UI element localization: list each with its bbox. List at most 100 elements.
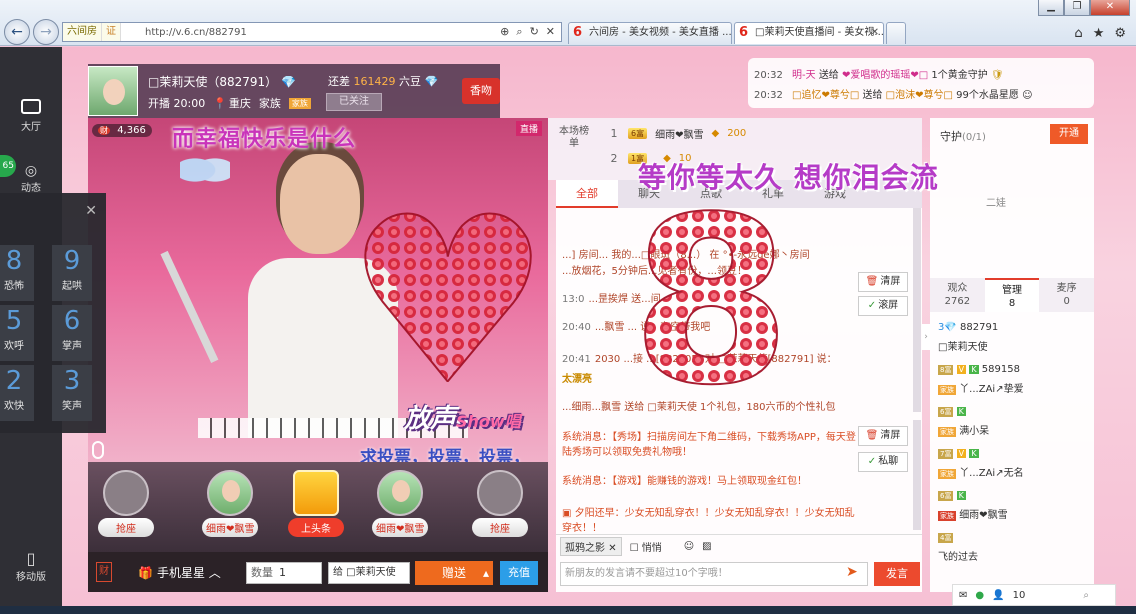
url-text[interactable]: http://v.6.cn/882791 bbox=[121, 27, 500, 38]
user-name-line[interactable]: 家族 丫...ZAi↗无名 bbox=[938, 464, 1024, 479]
close-icon[interactable]: ✕ bbox=[85, 203, 97, 219]
seat-avatar bbox=[377, 470, 423, 516]
user-name-line[interactable]: 家族 细雨❤飘雪 bbox=[938, 506, 1008, 521]
seat-slot[interactable]: 抢座 bbox=[472, 470, 528, 537]
kiss-button[interactable]: 香吻 bbox=[462, 78, 500, 104]
sound-key-6[interactable]: 6 掌声 bbox=[52, 305, 92, 361]
collapse-arrow-icon[interactable]: › bbox=[922, 324, 930, 350]
follow-button[interactable]: 已关注 bbox=[326, 93, 382, 111]
user-list-item[interactable]: 6富 K bbox=[938, 406, 966, 417]
quantity-input[interactable]: 数量 1 bbox=[246, 562, 322, 584]
sound-key-5[interactable]: 5 欢呼 bbox=[0, 305, 34, 361]
seat-slot[interactable]: 细雨❤飘雪 bbox=[372, 470, 428, 537]
rank-row[interactable]: 1 6富 细雨❤飘雪 ◆ 200 bbox=[608, 126, 747, 141]
chat-input[interactable]: 新朋友的发言请不要超过10个字哦！ bbox=[560, 562, 868, 586]
caret-up-icon[interactable]: ▴ bbox=[483, 561, 489, 585]
scroll-screen-button[interactable]: ✓ 滚屏 bbox=[858, 296, 908, 316]
tab-close-icon[interactable]: ✕ bbox=[871, 23, 879, 43]
image-icon[interactable]: ▨ bbox=[702, 541, 711, 552]
rank-title[interactable]: 本场榜单 bbox=[556, 126, 592, 150]
check-icon: ✓ bbox=[867, 456, 877, 467]
user-list-item[interactable]: 4富 bbox=[938, 532, 954, 543]
user-name-line[interactable]: 家族 丫...ZAi↗挚爱 bbox=[938, 380, 1024, 395]
cert-badge[interactable]: 证 bbox=[102, 23, 121, 41]
notice-sender[interactable]: □追忆❤尊兮□ bbox=[792, 90, 859, 101]
diamond-icon: 3💎 bbox=[938, 322, 957, 333]
guard-user[interactable]: 二娃 bbox=[986, 194, 1006, 209]
minimize-button[interactable]: ▁ bbox=[1038, 0, 1064, 16]
search-icon[interactable]: ⌕ bbox=[1083, 590, 1089, 601]
user-list-item[interactable]: 7富 V K bbox=[938, 448, 979, 459]
tab-mic-queue[interactable]: 麦序 0 bbox=[1039, 278, 1094, 312]
tab-admins[interactable]: 管理 8 bbox=[984, 278, 1040, 312]
send-gift-button[interactable]: 赠送 ▴ bbox=[415, 561, 493, 585]
notice-receiver[interactable]: ❤爱唱歌的瑶瑶❤□ bbox=[842, 70, 928, 81]
user-list-item[interactable]: 6富 K bbox=[938, 490, 966, 501]
trash-icon: 🗑 bbox=[865, 430, 879, 441]
tab-audience[interactable]: 观众 2762 bbox=[930, 278, 985, 312]
open-guard-button[interactable]: 开通 bbox=[1050, 124, 1088, 144]
key-label: 欢快 bbox=[4, 401, 24, 412]
new-tab-button[interactable] bbox=[886, 22, 906, 44]
sound-key-9[interactable]: 9 起哄 bbox=[52, 245, 92, 301]
address-bar[interactable]: 六间房 证 http://v.6.cn/882791 ⊕ ⌕ ↻ ✕ bbox=[62, 22, 562, 42]
coin-icon: ◆ bbox=[711, 128, 720, 139]
recharge-button[interactable]: 充值 bbox=[500, 561, 538, 585]
user-name-line[interactable]: □茉莉天使 bbox=[938, 338, 987, 353]
user-name: □茉莉天使 bbox=[938, 342, 988, 353]
sidebar-item-hall[interactable]: 大厅 bbox=[0, 99, 62, 133]
seat-slot[interactable]: 抢座 bbox=[98, 470, 154, 537]
whisper-checkbox[interactable]: ☐ 悄悄 bbox=[630, 539, 662, 554]
sound-key-2[interactable]: 2 欢快 bbox=[0, 365, 34, 421]
seat-label: 细雨❤飘雪 bbox=[372, 518, 428, 537]
back-button[interactable]: ← bbox=[4, 19, 30, 45]
close-window-button[interactable]: ✕ bbox=[1090, 0, 1130, 16]
chat-sender[interactable]: 夕阳还早 bbox=[575, 508, 615, 519]
chat-target[interactable]: 孤鸦之影 ✕ bbox=[560, 537, 622, 556]
headline-slot[interactable]: 上头条 bbox=[288, 470, 344, 537]
user-list-item[interactable]: 3💎 882791 bbox=[938, 322, 998, 333]
sidebar-item-news[interactable]: ◎ 动态 bbox=[0, 163, 62, 194]
favorites-icon[interactable]: ★ bbox=[1093, 26, 1105, 41]
seat-slot[interactable]: 细雨❤飘雪 bbox=[202, 470, 258, 537]
browser-tab-hall[interactable]: 6 六间房 - 美女视频 - 美女直播 ... bbox=[568, 22, 732, 44]
sound-key-8[interactable]: 8 恐怖 bbox=[0, 245, 34, 301]
wealth-icon[interactable]: 财 bbox=[96, 562, 112, 582]
gift-recipient-select[interactable]: 给 □茉莉天使 bbox=[328, 562, 410, 584]
notice-receiver[interactable]: □泡沫❤尊兮□ bbox=[886, 90, 953, 101]
forward-button[interactable]: → bbox=[33, 19, 59, 45]
sidebar-item-mobile[interactable]: ▯ 移动版 bbox=[0, 549, 62, 583]
stop-icon[interactable]: ✕ bbox=[546, 25, 555, 39]
maximize-button[interactable]: ❐ bbox=[1064, 0, 1090, 16]
refresh-icon[interactable]: ↻ bbox=[530, 25, 539, 39]
clear-screen-button[interactable]: 🗑 清屏 bbox=[858, 272, 908, 292]
sound-key-3[interactable]: 3 笑声 bbox=[52, 365, 92, 421]
home-icon[interactable]: ⌂ bbox=[1074, 26, 1082, 41]
sidebar-item-label: 大厅 bbox=[21, 122, 41, 133]
send-message-button[interactable]: 发言 bbox=[874, 562, 920, 586]
chat-scrollbar-top[interactable] bbox=[913, 208, 921, 412]
settings-icon[interactable]: ⚙ bbox=[1114, 26, 1126, 41]
user-name-line[interactable]: 飞的过去 bbox=[938, 548, 978, 563]
user-list-item[interactable]: 8富 V K 589158 bbox=[938, 364, 1020, 375]
search-icon[interactable]: ⌕ bbox=[516, 25, 522, 39]
paper-plane-icon[interactable]: ➤ bbox=[846, 564, 858, 580]
family-badge-icon[interactable]: 家族 bbox=[288, 97, 311, 109]
vip-icon: V bbox=[956, 365, 967, 374]
host-info-header: □茉莉天使（882791） 💎 还差 161429 六豆 💎 开播 20:00 … bbox=[88, 64, 500, 118]
browser-tab-room[interactable]: 6 □茉莉天使直播间 - 美女视... ✕ bbox=[734, 22, 884, 44]
chat-scrollbar-bottom[interactable] bbox=[913, 420, 921, 530]
user-name-line[interactable]: 家族 满小呆 bbox=[938, 422, 989, 437]
clear-screen-button-2[interactable]: 🗑 清屏 bbox=[858, 426, 908, 446]
phone-star-button[interactable]: 🎁 手机星星 ︿ bbox=[138, 564, 221, 581]
host-avatar[interactable] bbox=[88, 66, 138, 116]
emoji-icon[interactable]: ☺ bbox=[684, 541, 694, 552]
shield-check-icon[interactable]: ● bbox=[975, 590, 984, 601]
mail-icon[interactable]: ✉ bbox=[959, 590, 967, 601]
compat-icon[interactable]: ⊕ bbox=[500, 25, 509, 39]
private-chat-button[interactable]: ✓ 私聊 bbox=[858, 452, 908, 472]
notice-sender[interactable]: 明-天 bbox=[792, 70, 816, 81]
mic-icon[interactable] bbox=[92, 441, 104, 459]
notice-action: 送给 bbox=[818, 70, 839, 81]
close-icon[interactable]: ✕ bbox=[608, 543, 616, 554]
